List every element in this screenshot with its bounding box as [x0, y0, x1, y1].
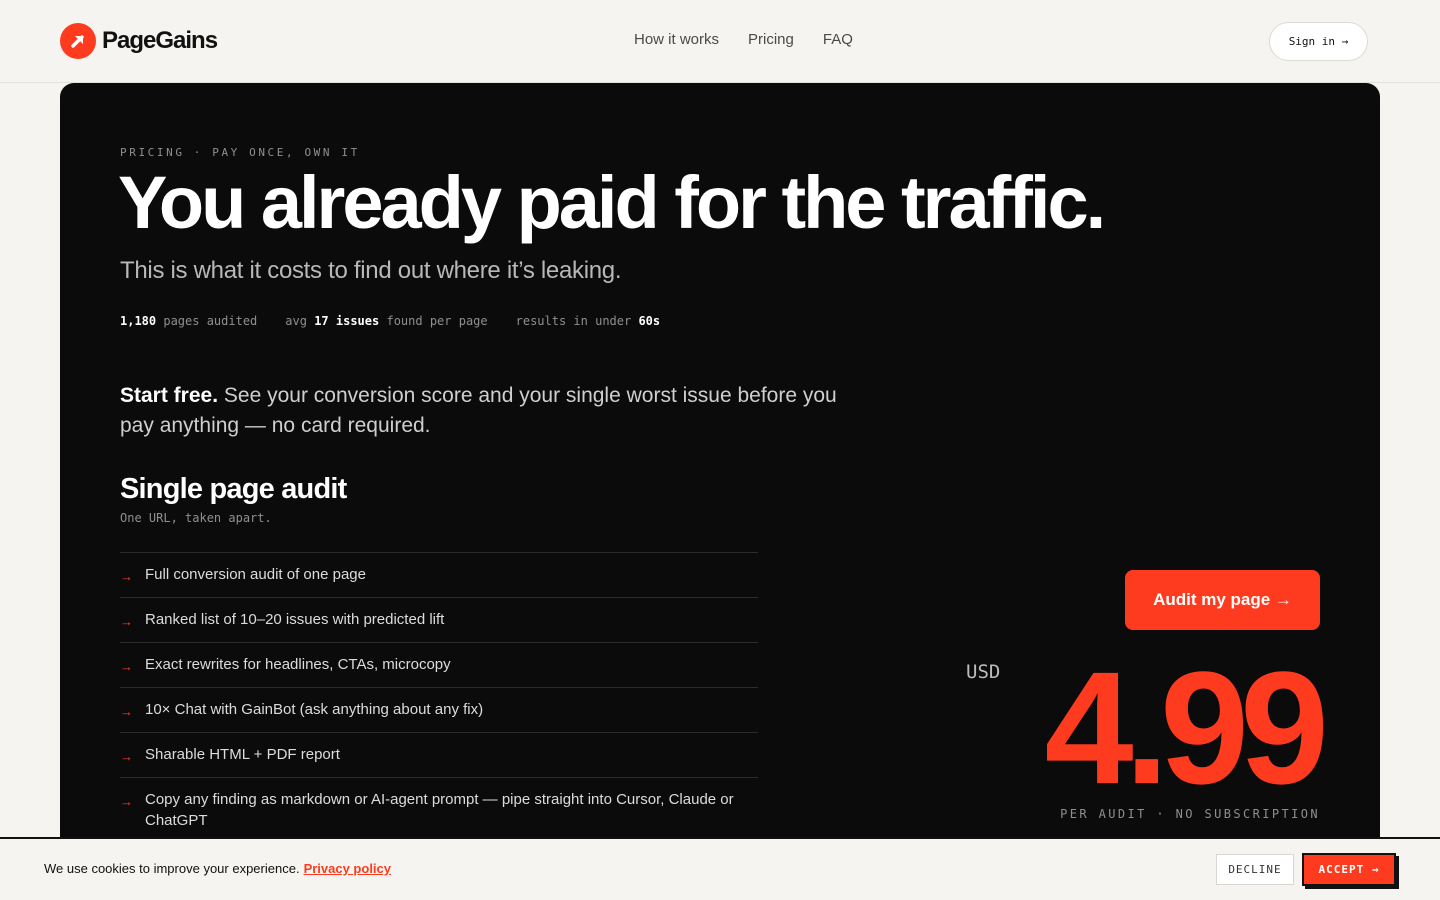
arrow-right-icon: → [120, 614, 133, 629]
feature-text: Ranked list of 10–20 issues with predict… [145, 611, 445, 628]
main-nav: How it works Pricing FAQ [634, 31, 853, 48]
stat-value: 1,180 [120, 314, 157, 328]
list-item: → Ranked list of 10–20 issues with predic… [120, 597, 758, 642]
feature-text: Sharable HTML + PDF report [145, 746, 340, 763]
list-item: → Exact rewrites for headlines, CTAs, mic… [120, 642, 758, 687]
arrow-right-icon: → [120, 704, 133, 719]
page-title: You already paid for the traffic. [118, 161, 1106, 244]
stats-row: 1,180 pages audited avg 17 issues found … [120, 314, 660, 328]
feature-text: Copy any finding as markdown or AI-agent… [145, 791, 734, 829]
list-item: → Copy any finding as markdown or AI-agen… [120, 777, 758, 841]
price-currency: USD [966, 661, 1001, 683]
nav-link-faq[interactable]: FAQ [823, 31, 853, 48]
stat-prefix: avg [285, 314, 307, 328]
audit-my-page-button[interactable]: Audit my page → [1125, 570, 1320, 630]
stat-pages-audited: 1,180 pages audited [120, 314, 257, 328]
stat-result-time: results in under 60s [516, 314, 661, 328]
nav-link-how-it-works[interactable]: How it works [634, 31, 719, 48]
list-item: → Sharable HTML + PDF report [120, 732, 758, 777]
page-subtitle: This is what it costs to find out where … [120, 257, 622, 284]
pricing-eyebrow: PRICING · PAY ONCE, OWN IT [120, 146, 360, 159]
feature-text: 10× Chat with GainBot (ask anything abou… [145, 701, 484, 718]
top-navigation: PageGains How it works Pricing FAQ Sign … [0, 0, 1440, 83]
stat-issues-per-page: avg 17 issues found per page [285, 314, 487, 328]
stat-suffix: pages audited [163, 314, 258, 328]
stat-value: 17 issues [314, 314, 380, 328]
privacy-policy-link[interactable]: Privacy policy [304, 861, 391, 876]
nav-link-pricing[interactable]: Pricing [748, 31, 794, 48]
arrow-right-icon: → [120, 659, 133, 674]
brand-logo-link[interactable]: PageGains [60, 23, 218, 59]
cookie-message: We use cookies to improve your experienc… [44, 861, 391, 876]
list-item: → Full conversion audit of one page [120, 552, 758, 597]
decline-cookies-button[interactable]: DECLINE [1216, 854, 1294, 885]
plan-subtitle: One URL, taken apart. [120, 511, 272, 525]
cookie-message-text: We use cookies to improve your experienc… [44, 861, 300, 876]
feature-list: → Full conversion audit of one page → Rank… [120, 552, 758, 841]
start-free-body: See your conversion score and your singl… [120, 384, 837, 437]
arrow-right-icon: → [120, 794, 133, 809]
pricing-card: PRICING · PAY ONCE, OWN IT You already p… [60, 83, 1380, 900]
sign-in-button[interactable]: Sign in → [1269, 22, 1368, 61]
arrow-up-right-icon [60, 23, 96, 59]
stat-value: 60s [638, 314, 661, 328]
start-free-lead: Start free. [120, 384, 219, 407]
price-amount: 4.99 [1044, 638, 1329, 817]
start-free-intro: Start free. See your conversion score an… [120, 381, 840, 441]
list-item: → 10× Chat with GainBot (ask anything abo… [120, 687, 758, 732]
cookie-banner: We use cookies to improve your experienc… [0, 837, 1440, 900]
feature-text: Exact rewrites for headlines, CTAs, micr… [145, 656, 451, 673]
arrow-right-icon: → [120, 569, 133, 584]
brand-name: PageGains [102, 27, 218, 54]
feature-text: Full conversion audit of one page [145, 566, 366, 583]
stat-suffix: found per page [386, 314, 488, 328]
price-note: PER AUDIT · NO SUBSCRIPTION [1060, 807, 1320, 821]
stat-prefix: results in under [515, 314, 632, 328]
arrow-right-icon: → [120, 749, 133, 764]
plan-title: Single page audit [120, 473, 347, 505]
accept-cookies-button[interactable]: ACCEPT → [1302, 853, 1396, 886]
